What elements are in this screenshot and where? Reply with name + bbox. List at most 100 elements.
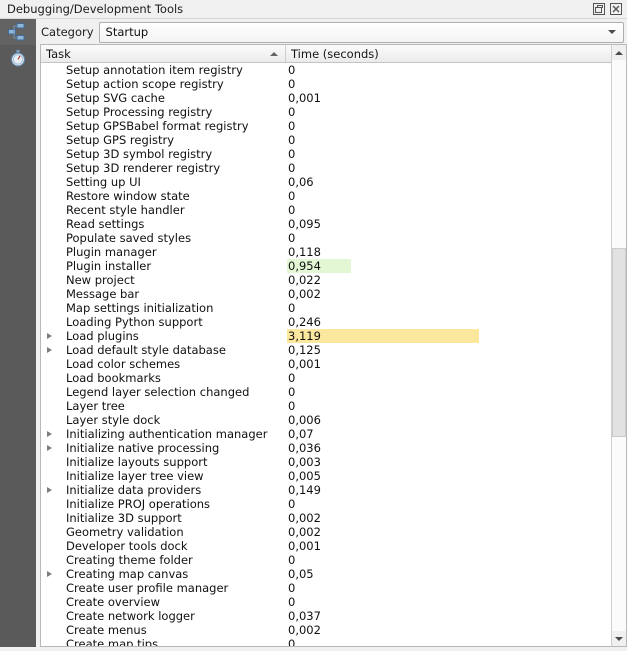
task-label: New project <box>57 273 135 287</box>
expand-arrow-icon[interactable] <box>41 483 57 497</box>
tree-indent-spacer <box>41 539 57 553</box>
table-row[interactable]: Initializing authentication manager0,07 <box>41 427 627 441</box>
sidebar-item-network-logger[interactable] <box>0 19 36 45</box>
table-row[interactable]: Plugin manager0,118 <box>41 245 627 259</box>
table-row[interactable]: Layer tree0 <box>41 399 627 413</box>
task-label: Initialize native processing <box>57 441 219 455</box>
table-cell-time: 0,246 <box>286 315 322 329</box>
table-row[interactable]: Setup Processing registry0 <box>41 105 627 119</box>
table-cell-time: 0,118 <box>286 245 322 259</box>
table-row[interactable]: Populate saved styles0 <box>41 231 627 245</box>
tree-indent-spacer <box>41 497 57 511</box>
table-row[interactable]: Load default style database0,125 <box>41 343 627 357</box>
time-value: 0,001 <box>287 539 322 553</box>
table-row[interactable]: Initialize data providers0,149 <box>41 483 627 497</box>
column-header-time[interactable]: Time (seconds) <box>286 45 616 62</box>
scrollbar-track[interactable] <box>612 60 626 631</box>
table-row[interactable]: Create map tips0 <box>41 637 627 647</box>
table-row[interactable]: Load plugins 3,119 <box>41 329 627 343</box>
table-row[interactable]: Geometry validation0,002 <box>41 525 627 539</box>
task-label: Initialize layer tree view <box>57 469 204 483</box>
table-row[interactable]: Setup SVG cache0,001 <box>41 91 627 105</box>
close-icon[interactable] <box>609 2 623 16</box>
table-row[interactable]: Initialize 3D support0,002 <box>41 511 627 525</box>
table-row[interactable]: Initialize PROJ operations0 <box>41 497 627 511</box>
table-row[interactable]: Initialize layouts support0,003 <box>41 455 627 469</box>
scrollbar-thumb[interactable] <box>612 248 626 436</box>
table-row[interactable]: Setup 3D symbol registry0 <box>41 147 627 161</box>
tree-indent-spacer <box>41 245 57 259</box>
table-row[interactable]: Create overview0 <box>41 595 627 609</box>
table-row[interactable]: Map settings initialization0 <box>41 301 627 315</box>
table-row[interactable]: Load bookmarks0 <box>41 371 627 385</box>
task-label: Create menus <box>57 623 147 637</box>
time-value: 0 <box>287 553 296 567</box>
table-cell-task: Initialize PROJ operations <box>41 497 286 511</box>
table-row[interactable]: Create user profile manager0 <box>41 581 627 595</box>
table-cell-task: Create menus <box>41 623 286 637</box>
table-cell-task: Layer tree <box>41 399 286 413</box>
table-row[interactable]: Setup GPS registry0 <box>41 133 627 147</box>
table-row[interactable]: Creating map canvas0,05 <box>41 567 627 581</box>
table-row[interactable]: Plugin installer0,954 <box>41 259 627 273</box>
table-row[interactable]: Create menus0,002 <box>41 623 627 637</box>
table-cell-time: 0,125 <box>286 343 322 357</box>
table-row[interactable]: Recent style handler0 <box>41 203 627 217</box>
task-label: Create map tips <box>57 637 158 647</box>
table-row[interactable]: Creating theme folder0 <box>41 553 627 567</box>
table-row[interactable]: New project0,022 <box>41 273 627 287</box>
float-dock-icon[interactable] <box>592 2 606 16</box>
expand-arrow-icon[interactable] <box>41 343 57 357</box>
task-label: Setup GPSBabel format registry <box>57 119 249 133</box>
table-row[interactable]: Developer tools dock0,001 <box>41 539 627 553</box>
table-cell-time: 0 <box>286 497 296 511</box>
table-row[interactable]: Read settings0,095 <box>41 217 627 231</box>
table-row[interactable]: Layer style dock0,006 <box>41 413 627 427</box>
scroll-up-button[interactable] <box>612 45 626 60</box>
table-row[interactable]: Initialize native processing0,036 <box>41 441 627 455</box>
dock-title: Debugging/Development Tools <box>7 2 183 16</box>
table-row[interactable]: Loading Python support0,246 <box>41 315 627 329</box>
category-combobox[interactable]: Startup <box>99 22 624 43</box>
task-label: Create user profile manager <box>57 581 228 595</box>
sidebar-item-profiler[interactable] <box>0 45 36 71</box>
table-cell-time: 0 <box>286 119 296 133</box>
table-cell-time: 0,005 <box>286 469 322 483</box>
expand-arrow-icon[interactable] <box>41 567 57 581</box>
scroll-down-button[interactable] <box>612 631 626 646</box>
vertical-scrollbar[interactable] <box>611 44 627 647</box>
table-cell-time: 0,002 <box>286 511 322 525</box>
table-cell-task: Load default style database <box>41 343 286 357</box>
tree-indent-spacer <box>41 259 57 273</box>
table-row[interactable]: Setup annotation item registry0 <box>41 63 627 77</box>
time-value: 0 <box>287 77 296 91</box>
column-header-task[interactable]: Task <box>41 45 286 62</box>
table-cell-task: Geometry validation <box>41 525 286 539</box>
expand-arrow-icon[interactable] <box>41 427 57 441</box>
table-cell-time: 0 <box>286 133 296 147</box>
table-cell-time: 0 <box>286 399 296 413</box>
table-cell-time: 0,954 <box>286 259 351 273</box>
tree-indent-spacer <box>41 77 57 91</box>
column-header-time-label: Time (seconds) <box>291 47 379 61</box>
table-row[interactable]: Initialize layer tree view 0,005 <box>41 469 627 483</box>
table-row[interactable]: Restore window state0 <box>41 189 627 203</box>
developer-tools-dock: Debugging/Development Tools <box>0 0 627 651</box>
expand-arrow-icon[interactable] <box>41 441 57 455</box>
table-row[interactable]: Setup 3D renderer registry0 <box>41 161 627 175</box>
table-row[interactable]: Setting up UI0,06 <box>41 175 627 189</box>
table-cell-task: Developer tools dock <box>41 539 286 553</box>
table-row[interactable]: Message bar0,002 <box>41 287 627 301</box>
time-value-highlighted: 3,119 <box>287 329 479 343</box>
time-value: 0,05 <box>287 567 315 581</box>
table-row[interactable]: Load color schemes0,001 <box>41 357 627 371</box>
table-row[interactable]: Setup GPSBabel format registry 0 <box>41 119 627 133</box>
time-value: 0,002 <box>287 525 322 539</box>
expand-arrow-icon[interactable] <box>41 329 57 343</box>
table-row[interactable]: Legend layer selection changed0 <box>41 385 627 399</box>
task-label: Load plugins <box>57 329 139 343</box>
tree-indent-spacer <box>41 287 57 301</box>
table-row[interactable]: Create network logger0,037 <box>41 609 627 623</box>
table-row[interactable]: Setup action scope registry0 <box>41 77 627 91</box>
table-cell-task: Loading Python support <box>41 315 286 329</box>
